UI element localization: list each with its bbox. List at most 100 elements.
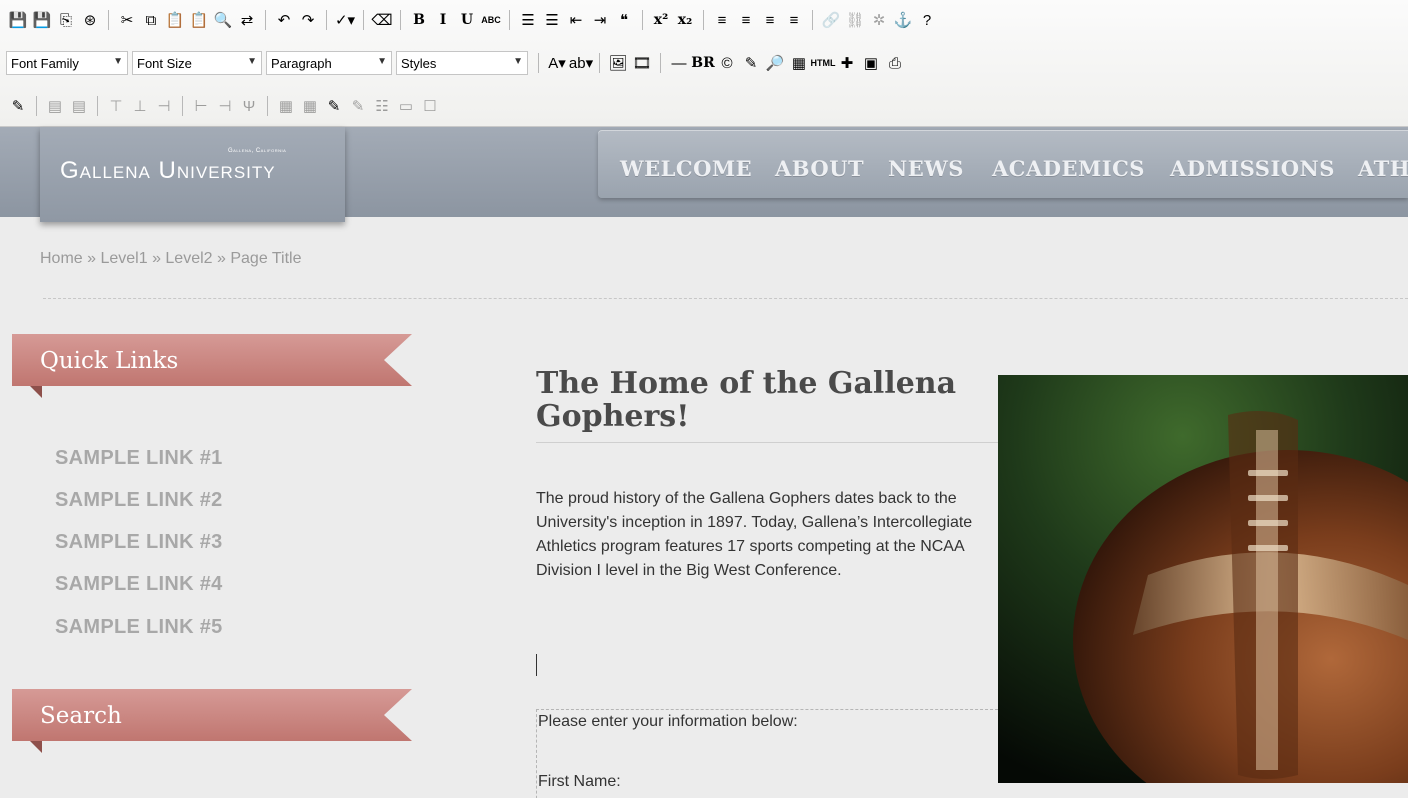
university-logo[interactable]: Gallena, California Gallena University [40,127,345,222]
toolbar-separator [182,96,183,116]
insert-col-before-icon[interactable]: ⊢ [190,95,212,117]
redo-icon[interactable]: ↷ [297,9,319,31]
html-icon[interactable]: HTML [811,52,836,74]
plugin-icon[interactable]: ✚ [836,52,858,74]
nav-news[interactable]: NEWS [888,156,964,181]
preview-icon[interactable]: 🔎 [764,52,786,74]
chevron-down-icon: ▼ [247,56,257,67]
align-justify-icon[interactable]: ≡ [783,9,805,31]
chevron-down-icon: ▼ [377,56,387,67]
bullet-list-icon[interactable]: ☰ [517,9,539,31]
toolbar-separator [812,10,813,30]
paste-icon[interactable]: 📋 [164,9,186,31]
image-icon[interactable]: 🖼 [607,52,629,74]
indent-icon[interactable]: ⇥ [589,9,611,31]
intro-paragraph[interactable]: The proud history of the Gallena Gophers… [536,487,984,583]
delete-row-icon[interactable]: ⊣ [153,95,175,117]
bold-icon[interactable]: B [408,9,430,31]
help-lifebuoy-icon[interactable]: ⊛ [79,9,101,31]
highlight-color-icon[interactable]: ab▾ [569,52,593,74]
paragraph-select[interactable]: Paragraph ▼ [266,51,392,75]
layer-icon[interactable]: ☷ [371,95,393,117]
font-family-select[interactable]: Font Family ▼ [6,51,128,75]
box-icon[interactable]: ▭ [395,95,417,117]
toolbar-separator [363,10,364,30]
align-left-icon[interactable]: ≡ [711,9,733,31]
spellcheck-icon[interactable]: ✓▾ [334,9,356,31]
paste-text-icon[interactable]: 📋 [188,9,210,31]
frame-icon[interactable]: ☐ [419,95,441,117]
quick-links-ribbon: Quick Links [12,334,412,398]
merge-cell-icon[interactable]: ▦ [299,95,321,117]
align-center-icon[interactable]: ≡ [735,9,757,31]
toolbar-separator [267,96,268,116]
delete-table-icon[interactable]: ✎ [347,95,369,117]
sidebar-link-3[interactable]: SAMPLE LINK #3 [55,531,223,554]
blockquote-icon[interactable]: ❝ [613,9,635,31]
breadcrumb[interactable]: Home » Level1 » Level2 » Page Title [40,250,302,268]
toolbar-separator [642,10,643,30]
football-photo[interactable] [998,375,1408,783]
numbered-list-icon[interactable]: ☰ [541,9,563,31]
save-as-icon[interactable]: 💾 [31,9,53,31]
edit-cell-icon[interactable]: ✎ [7,95,29,117]
styles-select[interactable]: Styles ▼ [396,51,528,75]
sidebar-link-5[interactable]: SAMPLE LINK #5 [55,616,223,639]
delete-col-icon[interactable]: Ψ [238,95,260,117]
first-name-label[interactable]: First Name: [538,773,621,791]
nav-about[interactable]: ABOUT [775,156,864,181]
undo-icon[interactable]: ↶ [273,9,295,31]
text-color-icon[interactable]: A▾ [546,52,568,74]
toolbar-separator [400,10,401,30]
align-right-icon[interactable]: ≡ [759,9,781,31]
sidebar-link-2[interactable]: SAMPLE LINK #2 [55,489,223,512]
underline-icon[interactable]: U [456,9,478,31]
text-caret [536,654,537,676]
page-title[interactable]: The Home of the Gallena Gophers! [536,367,996,433]
superscript-icon[interactable]: x² [650,9,672,31]
copyright-icon[interactable]: © [716,52,738,74]
toolbar-row-3: ✎ ▤ ▤ ⊤ ⊥ ⊣ ⊢ ⊣ Ψ ▦ ▦ ✎ ✎ ☷ ▭ ☐ [0,88,442,124]
media-icon[interactable]: 🎞 [631,52,653,74]
cleanup-icon[interactable]: ✲ [868,9,890,31]
title-rule [536,442,1000,443]
replace-icon[interactable]: ⇄ [236,9,258,31]
eraser-icon[interactable]: ⌫ [371,9,393,31]
nav-admissions[interactable]: ADMISSIONS [1170,156,1335,181]
template-icon[interactable]: ⎘ [55,9,77,31]
cell-props-icon[interactable]: ▤ [68,95,90,117]
sidebar-link-4[interactable]: SAMPLE LINK #4 [55,573,223,596]
template-window-icon[interactable]: ▣ [860,52,882,74]
cut-icon[interactable]: ✂ [116,9,138,31]
outdent-icon[interactable]: ⇤ [565,9,587,31]
form-intro-text[interactable]: Please enter your information below: [538,713,798,731]
copy-icon[interactable]: ⧉ [140,9,162,31]
italic-icon[interactable]: I [432,9,454,31]
link-icon[interactable]: 🔗 [820,9,842,31]
horizontal-rule-icon[interactable]: — [668,52,690,74]
anchor-icon[interactable]: ⚓ [892,9,914,31]
nav-athletics[interactable]: ATHLETICS [1358,156,1408,181]
table-props-icon[interactable]: ▤ [44,95,66,117]
unlink-icon[interactable]: ⛓ [844,9,866,31]
find-icon[interactable]: 🔍 [212,9,234,31]
sidebar-link-1[interactable]: SAMPLE LINK #1 [55,447,223,470]
nav-welcome[interactable]: WELCOME [620,156,752,181]
insert-col-after-icon[interactable]: ⊣ [214,95,236,117]
toolbar-separator [36,96,37,116]
split-cell-icon[interactable]: ▦ [275,95,297,117]
toolbar-separator [538,53,539,73]
line-break-icon[interactable]: BR [691,52,714,74]
insert-row-after-icon[interactable]: ⊥ [129,95,151,117]
subscript-icon[interactable]: x₂ [674,9,696,31]
table-icon[interactable]: ▦ [788,52,810,74]
help-icon[interactable]: ? [916,9,938,31]
print-icon[interactable]: ⎙ [884,52,906,74]
font-size-select[interactable]: Font Size ▼ [132,51,262,75]
edit-table-icon[interactable]: ✎ [323,95,345,117]
insert-row-before-icon[interactable]: ⊤ [105,95,127,117]
nav-academics[interactable]: ACADEMICS [992,156,1145,181]
save-icon[interactable]: 💾 [7,9,29,31]
strikethrough-icon[interactable]: ABC [480,9,502,31]
clean-format-icon[interactable]: ✎ [740,52,762,74]
